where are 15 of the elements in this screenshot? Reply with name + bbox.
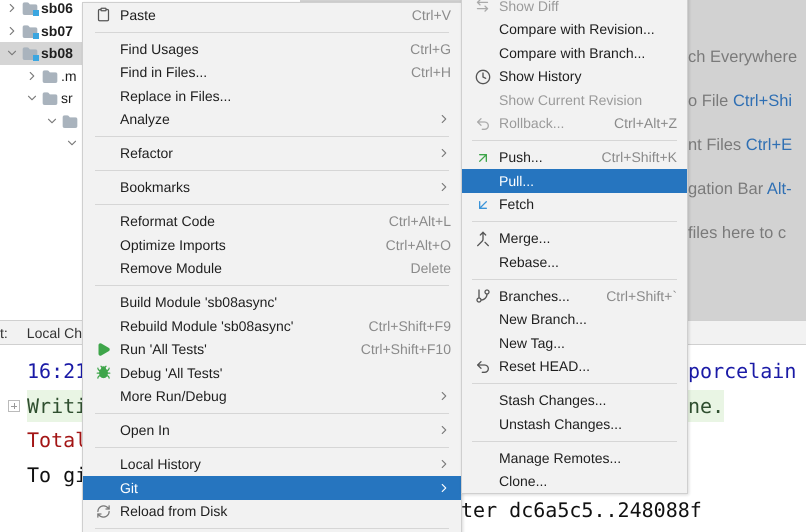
editor-hint: o File Ctrl+Shi [688,91,794,112]
console-text: ne. [688,390,724,422]
console-text: Total [27,427,88,454]
tree-item-label: .m [61,68,77,84]
panel-label: t: [0,324,8,340]
editor-hint: nt Files Ctrl+E [688,135,794,156]
console-text: porcelain [688,358,796,386]
tree-item-label: sb08 [41,45,73,62]
tree-item-label: sb07 [41,22,73,39]
editor-hint: ch Everywhere [688,47,798,68]
editor-hint: gation Bar Alt- [688,179,793,200]
tree-item-label: sr [61,90,73,106]
console-text: ter dc6a5c5..248088f [461,496,702,524]
editor-hint: files here to c [688,223,788,244]
tree-item-label: sb06 [41,0,73,16]
